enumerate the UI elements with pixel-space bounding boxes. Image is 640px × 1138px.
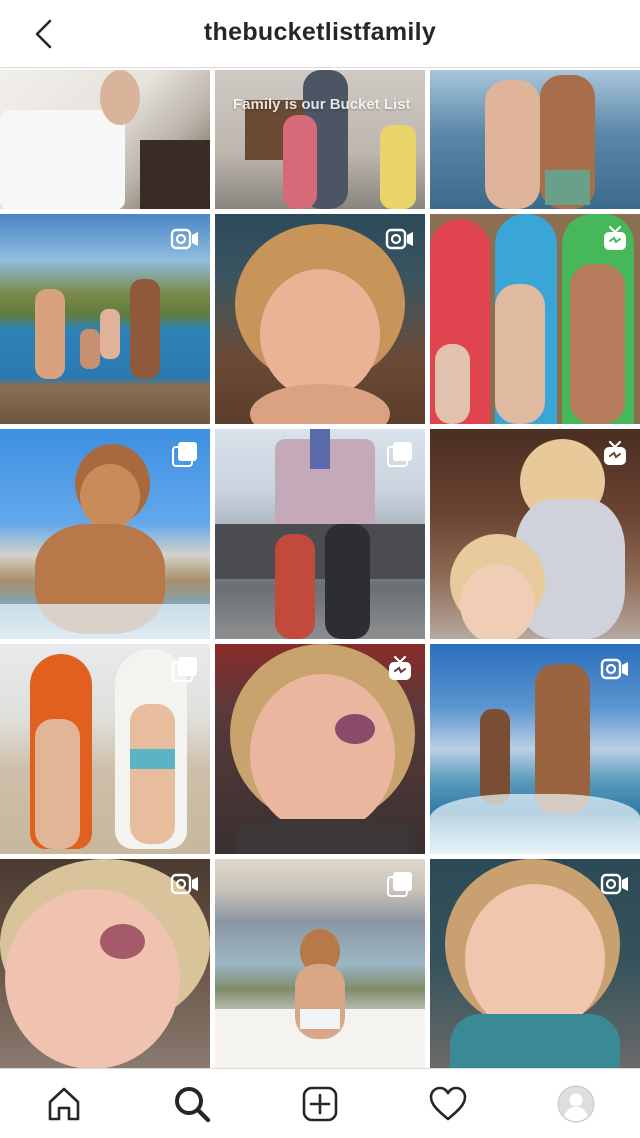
- post-black-eye[interactable]: [215, 644, 425, 854]
- top-header: thebucketlistfamily: [0, 0, 640, 68]
- post-jump-on-bed[interactable]: [0, 70, 210, 209]
- search-icon: [175, 1086, 211, 1122]
- post-bruised-face[interactable]: [0, 859, 210, 1068]
- post-surfboards-family[interactable]: [430, 214, 640, 424]
- bottom-tab-bar: [0, 1068, 640, 1138]
- tab-activity[interactable]: [416, 1072, 480, 1136]
- tab-new-post[interactable]: [288, 1072, 352, 1136]
- tab-home[interactable]: [32, 1072, 96, 1136]
- post-kids-surfboards[interactable]: [0, 644, 210, 854]
- post-overlay-text: Family is our Bucket List: [233, 96, 411, 113]
- carousel-icon: [385, 869, 415, 899]
- posts-grid: Family is our Bucket List: [0, 70, 640, 1068]
- post-car-seat[interactable]: [430, 859, 640, 1068]
- heart-icon: [429, 1086, 467, 1120]
- post-disneyland[interactable]: [215, 429, 425, 639]
- carousel-icon: [170, 654, 200, 684]
- post-window-view[interactable]: [215, 859, 425, 1068]
- igtv-camera-icon: [600, 654, 630, 684]
- post-child-splash[interactable]: [0, 429, 210, 639]
- post-couple-beach[interactable]: [430, 70, 640, 209]
- igtv-camera-icon: [170, 224, 200, 254]
- post-child-face[interactable]: [215, 214, 425, 424]
- tab-search[interactable]: [160, 1072, 224, 1136]
- add-post-icon: [302, 1086, 338, 1121]
- post-kids-couch[interactable]: [430, 429, 640, 639]
- igtv-tv-icon: [600, 224, 630, 254]
- post-dock-jump[interactable]: [0, 214, 210, 424]
- post-family-hug[interactable]: Family is our Bucket List: [215, 70, 425, 209]
- igtv-tv-icon: [385, 654, 415, 684]
- home-icon: [48, 1087, 80, 1120]
- carousel-icon: [385, 439, 415, 469]
- igtv-camera-icon: [170, 869, 200, 899]
- igtv-camera-icon: [600, 869, 630, 899]
- igtv-camera-icon: [385, 224, 415, 254]
- carousel-icon: [170, 439, 200, 469]
- igtv-tv-icon: [600, 439, 630, 469]
- profile-avatar-icon: [557, 1085, 595, 1122]
- tab-profile[interactable]: [544, 1072, 608, 1136]
- profile-username-title: thebucketlistfamily: [203, 18, 437, 46]
- post-surfing[interactable]: [430, 644, 640, 854]
